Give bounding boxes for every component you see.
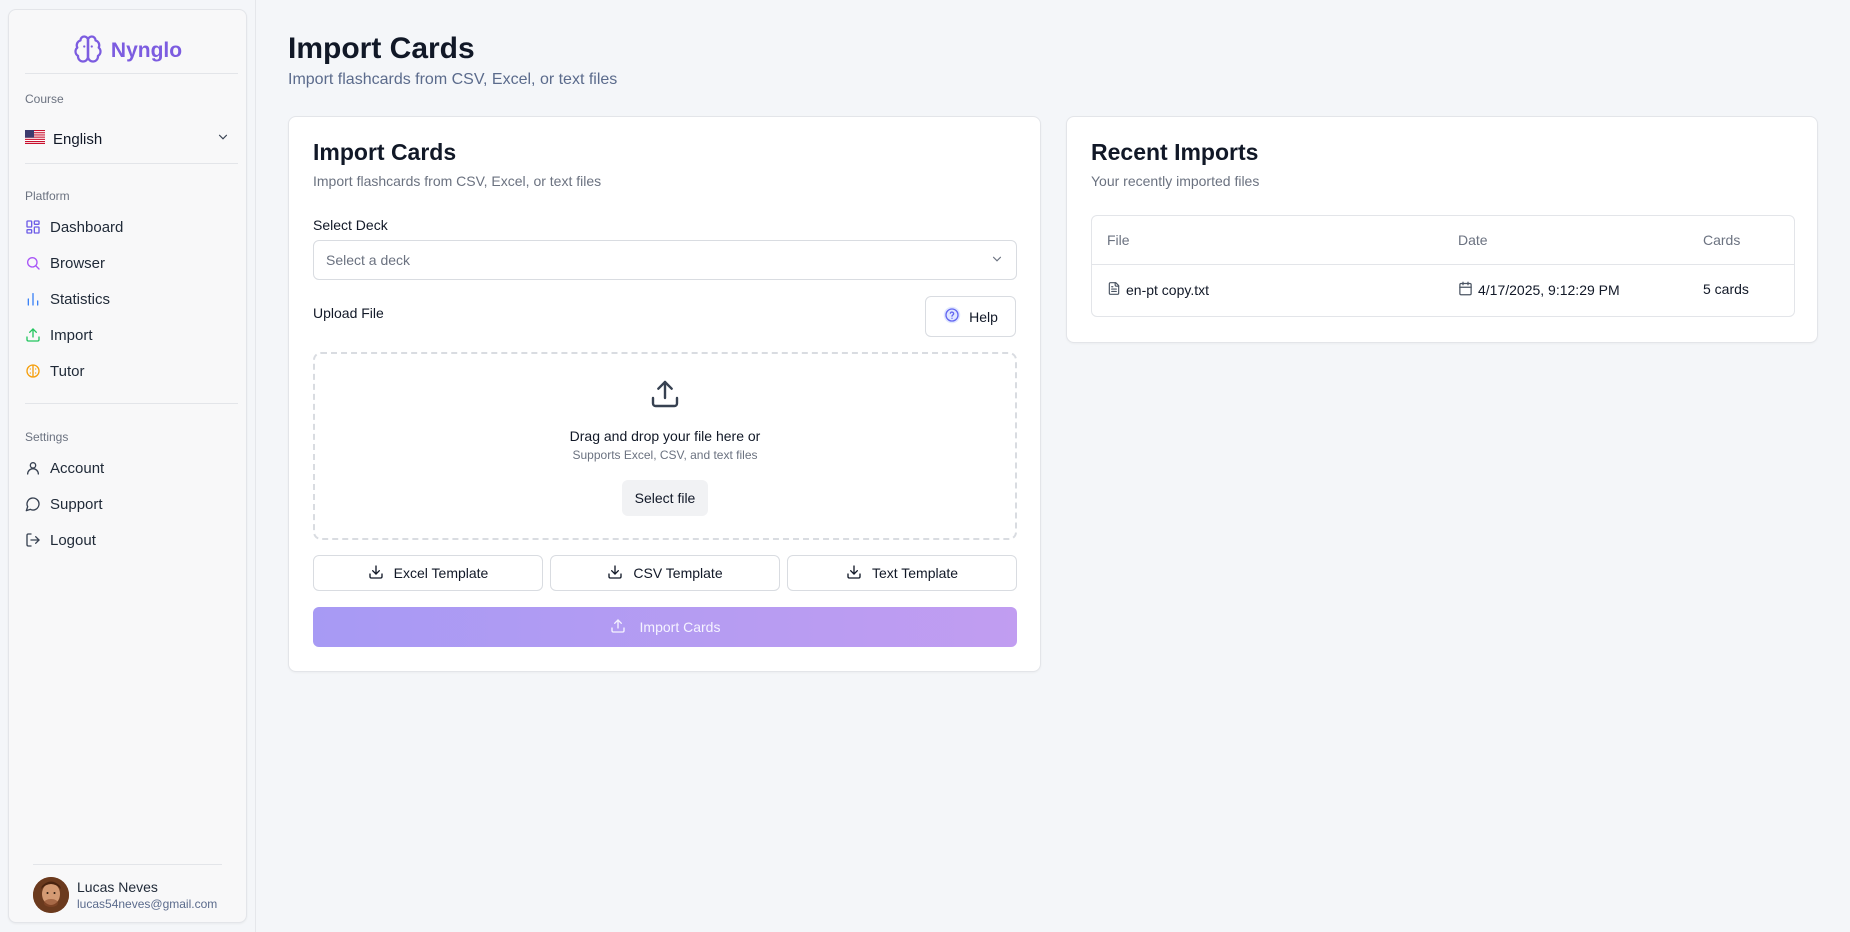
divider — [25, 163, 238, 164]
help-label: Help — [969, 308, 998, 325]
avatar — [33, 877, 69, 913]
us-flag-icon — [25, 130, 45, 148]
text-template-button[interactable]: Text Template — [787, 555, 1017, 591]
deck-label: Select Deck — [313, 217, 388, 233]
sidebar-item-account[interactable]: Account — [25, 454, 230, 482]
sidebar-item-label: Logout — [50, 531, 96, 549]
dropzone-text: Drag and drop your file here or — [569, 428, 761, 444]
course-label: English — [53, 130, 103, 148]
import-card-subtitle: Import flashcards from CSV, Excel, or te… — [313, 173, 602, 189]
csv-template-button[interactable]: CSV Template — [550, 555, 780, 591]
file-cell: en-pt copy.txt — [1107, 281, 1209, 299]
calendar-icon — [1458, 281, 1473, 299]
template-label: Excel Template — [393, 565, 489, 581]
dashboard-icon — [25, 219, 41, 235]
upload-icon — [610, 618, 626, 637]
sidebar-item-label: Browser — [50, 254, 106, 272]
sidebar: Nynglo Course English Platform Dashboard… — [8, 9, 247, 923]
upload-icon — [25, 327, 41, 343]
logout-icon — [25, 532, 41, 548]
settings-section-label: Settings — [25, 430, 69, 444]
recent-imports-table: File Date Cards en-pt copy.txt 4/17/2025… — [1091, 215, 1795, 317]
select-file-button[interactable]: Select file — [622, 480, 708, 516]
recent-imports-title: Recent Imports — [1091, 139, 1259, 165]
sidebar-item-tutor[interactable]: Tutor — [25, 357, 230, 385]
import-card-title: Import Cards — [313, 139, 457, 165]
date-cell: 4/17/2025, 9:12:29 PM — [1458, 281, 1620, 299]
sidebar-item-statistics[interactable]: Statistics — [25, 285, 230, 313]
deck-select-placeholder: Select a deck — [326, 252, 411, 268]
excel-template-button[interactable]: Excel Template — [313, 555, 543, 591]
sidebar-item-label: Import — [50, 326, 93, 344]
import-date: 4/17/2025, 9:12:29 PM — [1478, 282, 1620, 298]
sidebar-item-import[interactable]: Import — [25, 321, 230, 349]
download-icon — [368, 564, 384, 583]
brand-name: Nynglo — [110, 39, 183, 62]
import-button-label: Import Cards — [639, 619, 721, 635]
template-label: CSV Template — [633, 565, 723, 581]
sidebar-item-support[interactable]: Support — [25, 490, 230, 518]
user-profile[interactable]: Lucas Neves lucas54neves@gmail.com — [33, 864, 222, 916]
sidebar-item-browser[interactable]: Browser — [25, 249, 230, 277]
brand-logo[interactable]: Nynglo — [9, 26, 246, 76]
recent-imports-card: Recent Imports Your recently imported fi… — [1066, 116, 1818, 343]
sidebar-item-dashboard[interactable]: Dashboard — [25, 213, 230, 241]
column-header-date: Date — [1458, 232, 1488, 248]
deck-select[interactable]: Select a deck — [313, 240, 1017, 280]
cards-cell: 5 cards — [1703, 281, 1749, 297]
template-label: Text Template — [871, 565, 959, 581]
user-icon — [25, 460, 41, 476]
sidebar-item-label: Account — [50, 459, 105, 477]
sidebar-item-label: Dashboard — [50, 218, 124, 236]
chevron-down-icon — [990, 252, 1004, 269]
sidebar-container: Nynglo Course English Platform Dashboard… — [0, 0, 256, 932]
file-text-icon — [1107, 281, 1121, 299]
column-header-file: File — [1107, 232, 1130, 248]
sidebar-item-label: Statistics — [50, 290, 111, 308]
download-icon — [846, 564, 862, 583]
divider — [1092, 264, 1794, 265]
dropzone-subtext: Supports Excel, CSV, and text files — [572, 448, 758, 462]
page-title: Import Cards — [288, 32, 475, 65]
bar-chart-icon — [25, 291, 41, 307]
brain-logo-icon — [73, 34, 103, 69]
sidebar-item-label: Support — [50, 495, 103, 513]
message-circle-icon — [25, 496, 41, 512]
recent-imports-subtitle: Your recently imported files — [1091, 173, 1260, 189]
divider — [25, 403, 238, 404]
platform-section-label: Platform — [25, 189, 70, 203]
brain-icon — [25, 363, 41, 379]
import-card: Import Cards Import flashcards from CSV,… — [288, 116, 1041, 672]
help-button[interactable]: Help — [925, 296, 1016, 337]
file-name: en-pt copy.txt — [1126, 282, 1210, 298]
upload-label: Upload File — [313, 305, 384, 321]
user-name: Lucas Neves — [77, 879, 158, 895]
chevron-down-icon — [216, 130, 230, 148]
sidebar-item-logout[interactable]: Logout — [25, 526, 230, 554]
import-cards-button[interactable]: Import Cards — [313, 607, 1017, 647]
user-info: Lucas Neves lucas54neves@gmail.com — [77, 879, 217, 911]
search-icon — [25, 255, 41, 271]
upload-icon — [649, 378, 681, 415]
file-dropzone[interactable]: Drag and drop your file here or Supports… — [313, 352, 1017, 540]
user-email: lucas54neves@gmail.com — [77, 897, 218, 911]
download-icon — [607, 564, 623, 583]
page-subtitle: Import flashcards from CSV, Excel, or te… — [288, 71, 618, 88]
sidebar-item-label: Tutor — [50, 362, 85, 380]
course-section-label: Course — [25, 92, 64, 106]
help-circle-icon — [943, 306, 961, 327]
course-select[interactable]: English — [25, 126, 230, 152]
divider — [25, 73, 238, 74]
column-header-cards: Cards — [1703, 232, 1741, 248]
